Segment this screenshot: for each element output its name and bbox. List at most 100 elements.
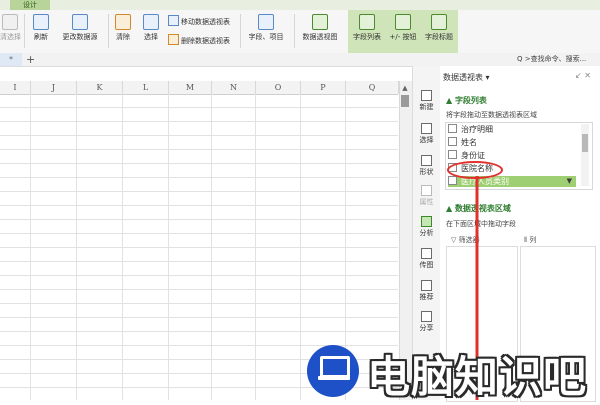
refresh-icon (33, 14, 49, 30)
select-icon (143, 14, 159, 30)
new-icon (421, 90, 432, 101)
sidebar-item-label: 推荐 (419, 293, 434, 301)
sidebar-item-select[interactable]: 选择 (413, 123, 440, 145)
change-source-button[interactable]: 更改数据源 (56, 14, 104, 42)
grid-line (0, 191, 398, 192)
sidebar-item-label: 分析 (419, 229, 434, 237)
scroll-up-icon[interactable]: ▲ (401, 84, 409, 92)
pivot-chart-label: 数据透视图 (302, 33, 338, 41)
monitor-icon (320, 356, 350, 378)
refresh-button[interactable]: 刷新 (29, 14, 53, 42)
image-icon (421, 248, 432, 259)
tab-design[interactable]: 设计 (10, 0, 50, 10)
clear-icon (115, 14, 131, 30)
grid-line (0, 233, 398, 234)
clear-selection-label: 清选择 (0, 33, 21, 41)
list-item[interactable]: 治疗明细 (448, 124, 578, 135)
grid-line (0, 107, 398, 108)
clear-selection-icon (2, 14, 18, 30)
scrollbar-thumb[interactable] (401, 95, 409, 107)
field-headers-icon (431, 14, 447, 30)
sidebar-item-label: 属性 (419, 198, 434, 206)
grid-line (0, 219, 398, 220)
scrollbar-thumb[interactable] (582, 134, 588, 152)
field-headers-button[interactable]: 字段标题 (422, 14, 456, 42)
command-search[interactable]: Q >查找命令、搜索... (517, 54, 597, 64)
panel-close-icon[interactable]: ↙ ✕ (575, 71, 591, 80)
fields-items-label: 字段、项目 (248, 33, 284, 41)
delete-pivot-button[interactable]: 删除数据透视表 (168, 34, 230, 46)
move-pivot-label: 移动数据透视表 (181, 18, 230, 26)
checkbox[interactable] (448, 176, 457, 185)
bar-chart-icon (312, 14, 328, 30)
sidebar-item-label: 选择 (419, 136, 434, 144)
grid-line (0, 247, 398, 248)
checkbox[interactable] (448, 137, 457, 146)
sidebar-item-property[interactable]: 属性 (413, 185, 440, 207)
field-list[interactable]: 治疗明细 姓名 身份证 医院名称 医疗人员类别 ▼ (445, 122, 593, 190)
ribbon-tab-strip (0, 0, 600, 10)
sidebar-item-new[interactable]: 新建 (413, 90, 440, 112)
checkbox[interactable] (448, 150, 457, 159)
grid-line (0, 121, 398, 122)
grid-line (0, 303, 398, 304)
field-label: 身份证 (461, 151, 485, 160)
sidebar-item-label: 传图 (419, 261, 434, 269)
clear-label: 清除 (116, 33, 130, 41)
plus-minus-button[interactable]: +/- 按钮 (386, 14, 420, 42)
pivot-chart-button[interactable]: 数据透视图 (298, 14, 342, 42)
property-icon (421, 185, 432, 196)
checkbox[interactable] (448, 124, 457, 133)
recommend-icon (421, 280, 432, 291)
add-tab-icon[interactable]: + (26, 53, 35, 66)
share-icon (421, 311, 432, 322)
grid-line (0, 261, 398, 262)
filter-icon: ▽ (451, 236, 459, 244)
grid-line (0, 331, 398, 332)
refresh-label: 刷新 (34, 33, 48, 41)
document-tab[interactable]: * (0, 53, 22, 66)
field-list-button[interactable]: 字段列表 (350, 14, 384, 42)
clear-button[interactable]: 清除 (112, 14, 134, 42)
grid-line (0, 135, 398, 136)
field-list-section-header[interactable]: ▲ 字段列表 (446, 95, 487, 106)
panel-title[interactable]: 数据透视表 ▾ (443, 72, 490, 83)
move-pivot-button[interactable]: 移动数据透视表 (168, 15, 230, 27)
fields-items-button[interactable]: 字段、项目 (244, 14, 288, 42)
list-item[interactable]: 身份证 (448, 150, 578, 161)
watermark-text: 电脑知识吧 (367, 353, 587, 403)
list-item[interactable]: 姓名 (448, 137, 578, 148)
plus-minus-icon (395, 14, 411, 30)
column-area-label: ⦀ 列 (524, 236, 537, 244)
sidebar-item-analyze[interactable]: 分析 (413, 216, 440, 238)
delete-pivot-label: 删除数据透视表 (181, 37, 230, 45)
field-list-label: 字段列表 (353, 33, 381, 41)
grid-line (0, 205, 398, 206)
keyboard-icon (318, 376, 350, 380)
field-label: 治疗明细 (461, 125, 493, 134)
select-button[interactable]: 选择 (138, 14, 164, 42)
sidebar-item-share[interactable]: 分享 (413, 311, 440, 333)
sidebar-item-recommend[interactable]: 推荐 (413, 280, 440, 302)
grid-line (0, 289, 398, 290)
clear-selection-button[interactable]: 清选择 (0, 14, 21, 42)
sidebar-item-shape[interactable]: 形状 (413, 155, 440, 177)
select-icon (421, 123, 432, 134)
ribbon: 清选择 刷新 更改数据源 清除 选择 移动数据透视表 删除数据透视表 字段、项目… (0, 10, 600, 54)
grid-line (0, 317, 398, 318)
ribbon-separator (294, 14, 295, 48)
grid-line (0, 275, 398, 276)
area-hint: 在下面区域中拖动字段 (446, 220, 516, 228)
sidebar-item-label: 新建 (419, 103, 434, 111)
shape-icon (421, 155, 432, 166)
grid-line (0, 149, 398, 150)
sidebar-item-label: 形状 (419, 168, 434, 176)
change-source-label: 更改数据源 (62, 33, 98, 41)
grid-line (0, 163, 398, 164)
ribbon-separator (108, 14, 109, 48)
dropdown-icon[interactable]: ▼ (567, 176, 572, 187)
field-list-icon (359, 14, 375, 30)
document-tab-bar: * + Q >查找命令、搜索... (0, 53, 600, 67)
field-list-hint: 将字段拖动至数据透视表区域 (446, 111, 537, 119)
sidebar-item-image[interactable]: 传图 (413, 248, 440, 270)
